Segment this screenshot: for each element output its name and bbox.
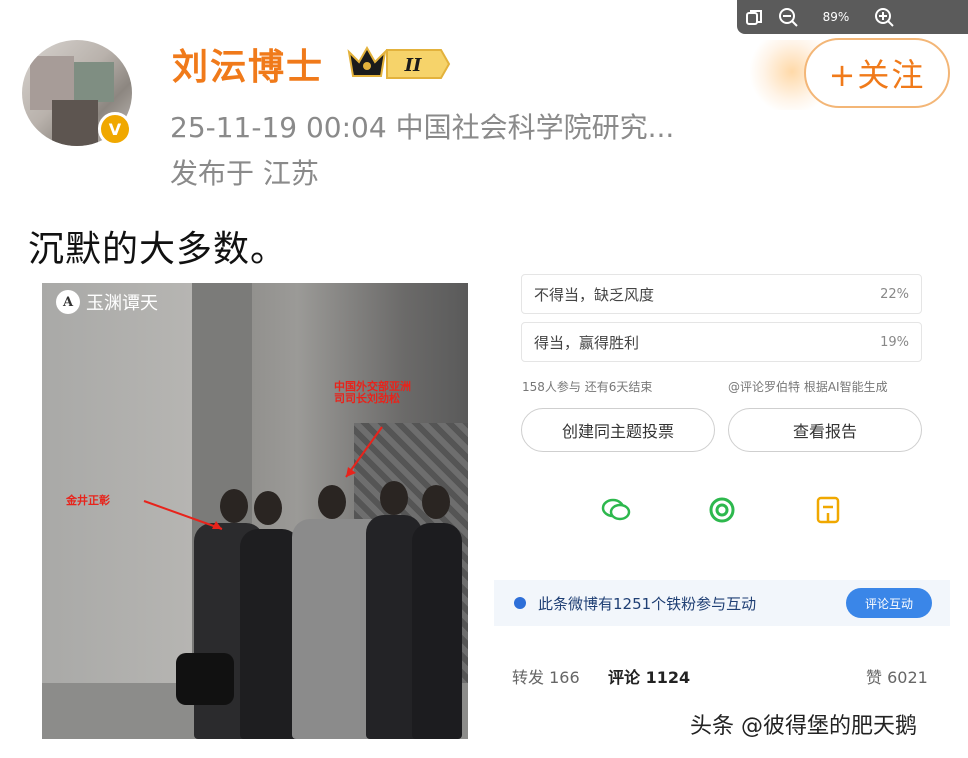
username[interactable]: 刘沄博士 [172, 38, 324, 90]
post-timestamp-source: 25-11-19 00:04 中国社会科学院研究... [170, 111, 675, 144]
fans-icon [514, 597, 526, 609]
photo-watermark: A 玉渊谭天 [56, 289, 158, 315]
poll-option-label: 不得当，缺乏风度 [534, 285, 655, 304]
level-badge-text: II [404, 55, 422, 76]
watermark-logo-icon: A [56, 290, 80, 314]
poll-option[interactable]: 得当，赢得胜利 19% [521, 322, 922, 362]
arrow-left-icon [143, 500, 223, 530]
follow-button[interactable]: +关注 [804, 38, 950, 108]
poll-panel: 不得当，缺乏风度 22% 得当，赢得胜利 19% 158人参与 还有6天结束 @… [494, 274, 950, 720]
comment-interact-button[interactable]: 评论互动 [846, 588, 932, 618]
poll-option[interactable]: 不得当，缺乏风度 22% [521, 274, 922, 314]
post-text: 沉默的大多数。 [28, 229, 288, 270]
poll-stats: 158人参与 还有6天结束 [522, 380, 653, 394]
photo-label-right: 中国外交部亚洲司司长刘劲松 [334, 380, 411, 406]
moments-icon[interactable] [706, 494, 738, 526]
wechat-icon[interactable] [600, 494, 632, 526]
photo-watermark-text: 玉渊谭天 [86, 293, 158, 314]
verified-badge-icon: V [98, 112, 132, 146]
zoom-level: 89% [822, 10, 850, 24]
viewer-toolbar: 89% [737, 0, 968, 34]
crown-level-icon: II [347, 45, 451, 79]
poll-option-percent: 22% [880, 286, 909, 302]
tab-comment[interactable]: 评论 1124 [608, 664, 690, 688]
poll-option-percent: 19% [880, 334, 909, 350]
post-stats: 转发 166 评论 1124 赞 6021 [494, 662, 950, 692]
zoom-in-icon[interactable] [867, 0, 901, 34]
poll-option-label: 得当，赢得胜利 [534, 333, 640, 352]
tab-like[interactable]: 赞 6021 [866, 664, 928, 688]
fans-bar-text: 此条微博有1251个铁粉参与互动 [538, 594, 757, 613]
create-poll-button[interactable]: 创建同主题投票 [521, 408, 715, 452]
fans-interaction-bar: 此条微博有1251个铁粉参与互动 评论互动 [494, 580, 950, 626]
zoom-out-icon[interactable] [771, 0, 805, 34]
source-watermark: 头条 @彼得堡的肥天鹅 [690, 714, 917, 739]
arrow-right-icon [345, 426, 383, 478]
tab-repost[interactable]: 转发 166 [512, 664, 580, 688]
photo-label-left: 金井正彰 [66, 494, 110, 507]
view-report-button[interactable]: 查看报告 [728, 408, 922, 452]
copy-icon[interactable] [737, 0, 771, 34]
post-location: 发布于 江苏 [170, 157, 319, 190]
save-icon[interactable] [812, 494, 844, 526]
poll-ai-note: @评论罗伯特 根据AI智能生成 [728, 380, 888, 394]
post-photo[interactable]: A 玉渊谭天 金井正彰 中国外交部亚洲司司长刘劲松 [42, 283, 468, 739]
